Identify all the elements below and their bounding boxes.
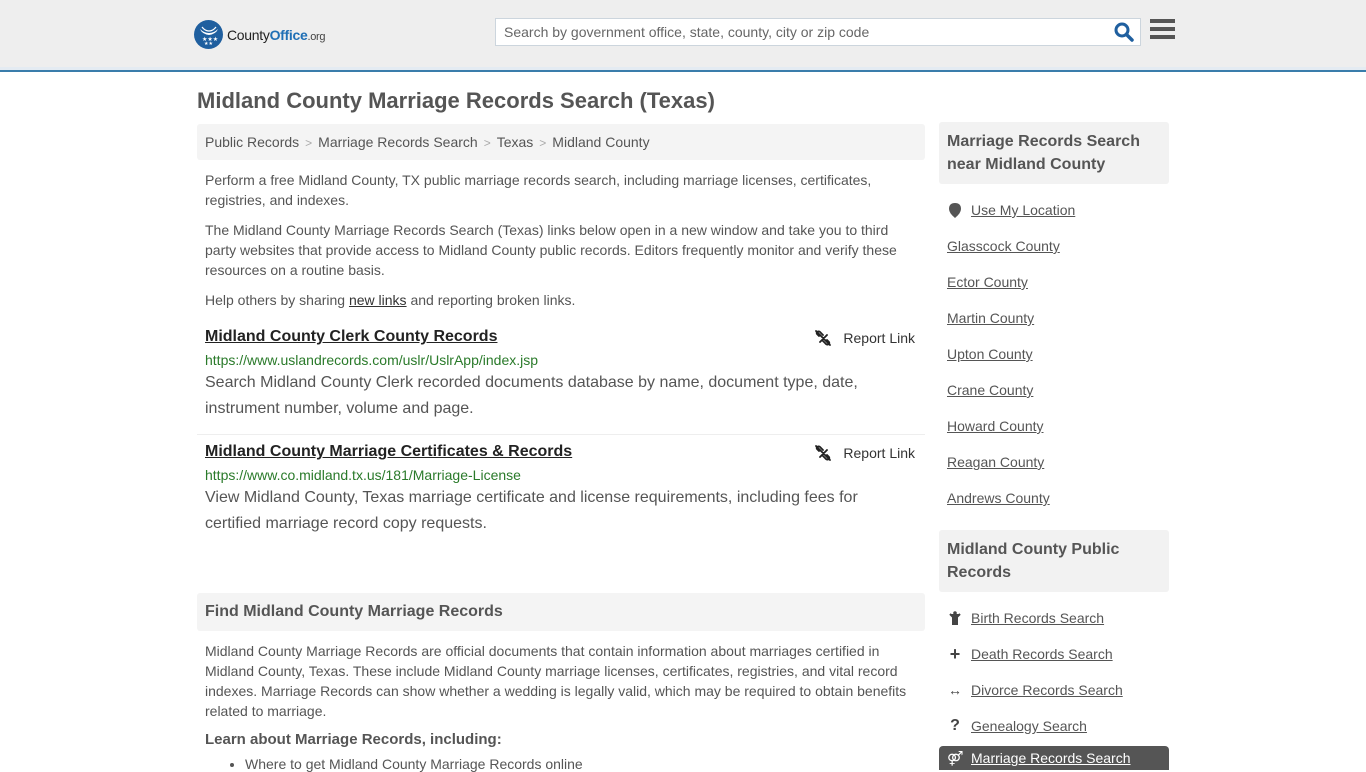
intro-text: The Midland County Marriage Records Sear… xyxy=(205,222,897,278)
new-links-link[interactable]: new links xyxy=(349,292,407,308)
birth-records-link[interactable]: Birth Records Search xyxy=(971,610,1104,626)
site-header: ★★★ ★★ CountyOffice.org xyxy=(0,0,1366,72)
nearby-county-item: Martin County xyxy=(947,300,1161,336)
public-records-item-active: ⚤ Marriage Records Search xyxy=(939,746,1169,770)
public-records-list: Birth Records Search + Death Records Sea… xyxy=(939,592,1169,744)
result-title-link[interactable]: Midland County Clerk County Records xyxy=(205,328,497,345)
nearby-county-link[interactable]: Upton County xyxy=(947,346,1033,362)
public-records-item: ? Genealogy Search xyxy=(947,708,1161,744)
main-content: Perform a free Midland County, TX public… xyxy=(197,170,925,772)
divorce-records-link[interactable]: Divorce Records Search xyxy=(971,682,1123,698)
public-records-item: + Death Records Search xyxy=(947,636,1161,672)
nearby-county-item: Ector County xyxy=(947,264,1161,300)
question-icon: ? xyxy=(950,717,960,734)
nearby-county-item: Crane County xyxy=(947,372,1161,408)
use-location-item: Use My Location xyxy=(947,192,1161,228)
nearby-county-link[interactable]: Martin County xyxy=(947,310,1034,326)
breadcrumb-separator: > xyxy=(305,136,313,150)
nearby-heading: Marriage Records Search near Midland Cou… xyxy=(939,122,1169,184)
breadcrumb-item[interactable]: Texas xyxy=(497,134,534,150)
search-input[interactable] xyxy=(496,19,1096,45)
intro: Perform a free Midland County, TX public… xyxy=(197,170,925,310)
map-marker-icon xyxy=(947,202,963,218)
child-icon xyxy=(947,611,963,625)
result-description: Search Midland County Clerk recorded doc… xyxy=(205,374,858,417)
nearby-county-item: Andrews County xyxy=(947,480,1161,516)
eagle-logo-icon: ★★★ ★★ xyxy=(194,20,223,49)
nearby-list: Use My Location Glasscock County Ector C… xyxy=(939,184,1169,516)
result-title-link[interactable]: Midland County Marriage Certificates & R… xyxy=(205,443,572,460)
breadcrumb-item[interactable]: Public Records xyxy=(205,134,299,150)
find-section-text: Midland County Marriage Records are offi… xyxy=(205,643,907,719)
nearby-county-link[interactable]: Howard County xyxy=(947,418,1044,434)
nearby-county-item: Upton County xyxy=(947,336,1161,372)
nearby-county-link[interactable]: Reagan County xyxy=(947,454,1044,470)
breadcrumb-item-current[interactable]: Midland County xyxy=(552,134,649,150)
result-item: Midland County Marriage Certificates & R… xyxy=(197,435,925,549)
search-icon[interactable] xyxy=(1114,22,1134,42)
find-section-body: Midland County Marriage Records are offi… xyxy=(197,641,925,772)
rings-icon: ⚤ xyxy=(947,749,964,766)
nearby-county-link[interactable]: Andrews County xyxy=(947,490,1050,506)
breadcrumb-separator: > xyxy=(483,136,491,150)
nearby-county-link[interactable]: Ector County xyxy=(947,274,1028,290)
public-records-item: ↔ Divorce Records Search xyxy=(947,672,1161,708)
sidebar: Marriage Records Search near Midland Cou… xyxy=(939,122,1169,770)
svg-text:★★: ★★ xyxy=(204,41,213,45)
plus-icon: + xyxy=(949,643,961,664)
breadcrumb: Public Records > Marriage Records Search > T… xyxy=(197,124,925,160)
genealogy-search-link[interactable]: Genealogy Search xyxy=(971,718,1087,734)
public-records-item: Birth Records Search xyxy=(947,600,1161,636)
logo-text: CountyOffice.org xyxy=(227,26,326,43)
nearby-county-item: Howard County xyxy=(947,408,1161,444)
hamburger-menu-icon[interactable] xyxy=(1150,19,1175,43)
nearby-county-item: Reagan County xyxy=(947,444,1161,480)
nearby-county-link[interactable]: Crane County xyxy=(947,382,1033,398)
result-url[interactable]: https://www.uslandrecords.com/uslr/UslrA… xyxy=(205,352,917,368)
logo-link[interactable]: ★★★ ★★ CountyOffice.org xyxy=(194,20,326,49)
public-records-heading: Midland County Public Records xyxy=(939,530,1169,592)
learn-list: Where to get Midland County Marriage Rec… xyxy=(197,756,925,772)
result-url[interactable]: https://www.co.midland.tx.us/181/Marriag… xyxy=(205,467,917,483)
learn-heading: Learn about Marriage Records, including: xyxy=(205,731,502,748)
nearby-county-link[interactable]: Glasscock County xyxy=(947,238,1060,254)
intro-text: Perform a free Midland County, TX public… xyxy=(205,172,872,208)
intro-share-text: Help others by sharing new links and rep… xyxy=(205,292,576,308)
death-records-link[interactable]: Death Records Search xyxy=(971,646,1113,662)
arrows-horizontal-icon: ↔ xyxy=(948,682,962,698)
result-item: Midland County Clerk County Records Repo… xyxy=(197,320,925,435)
broken-link-icon xyxy=(815,445,832,461)
report-link-button[interactable]: Report Link xyxy=(815,445,915,461)
marriage-records-link[interactable]: Marriage Records Search xyxy=(971,750,1131,766)
broken-link-icon xyxy=(815,330,832,346)
find-section-heading: Find Midland County Marriage Records xyxy=(197,593,925,631)
breadcrumb-item[interactable]: Marriage Records Search xyxy=(318,134,478,150)
use-my-location-link[interactable]: Use My Location xyxy=(971,202,1075,218)
learn-list-item: Where to get Midland County Marriage Rec… xyxy=(245,756,925,772)
result-description: View Midland County, Texas marriage cert… xyxy=(205,489,858,532)
breadcrumb-separator: > xyxy=(539,136,547,150)
nearby-county-item: Glasscock County xyxy=(947,228,1161,264)
search-box xyxy=(495,18,1141,46)
page-title: Midland County Marriage Records Search (… xyxy=(197,88,715,113)
report-link-button[interactable]: Report Link xyxy=(815,330,915,346)
